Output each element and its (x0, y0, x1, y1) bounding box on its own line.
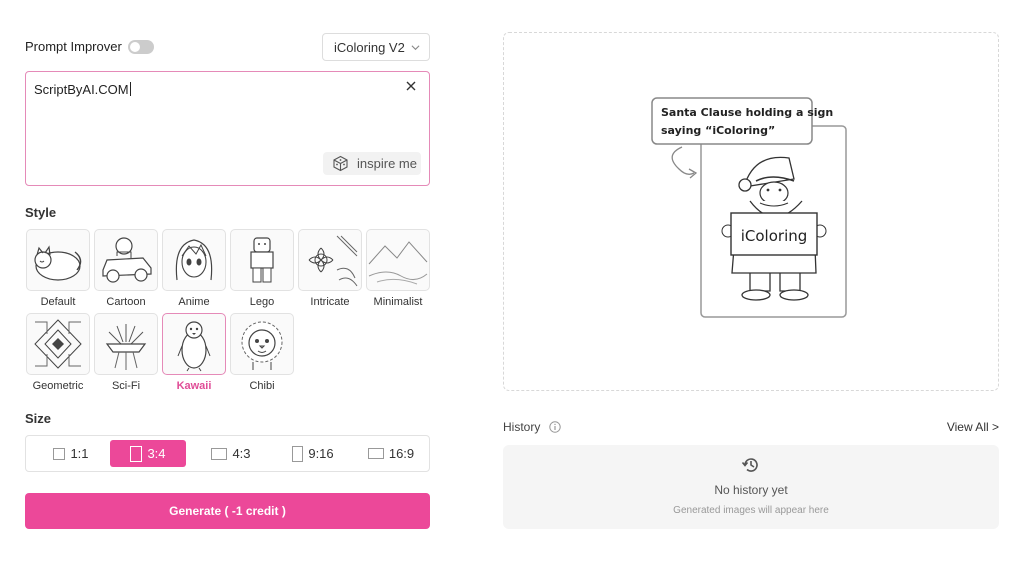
square-shape-icon (53, 447, 66, 460)
minimalist-landscape-icon (368, 241, 428, 285)
wide-shape-icon (367, 448, 384, 459)
chevron-down-icon (411, 45, 420, 51)
preview-area: Santa Clause holding a sign saying “iCol… (503, 32, 999, 391)
size-option-3-4[interactable]: 3:4 (110, 440, 186, 467)
size-option-1-1[interactable]: 1:1 (36, 440, 106, 467)
prompt-text: ScriptByAI.COM (34, 82, 129, 97)
style-option-anime[interactable]: Anime (162, 229, 226, 308)
prompt-text-wrap: ScriptByAI.COM (34, 82, 131, 97)
style-option-lego[interactable]: Lego (230, 229, 294, 308)
history-icon (741, 458, 758, 472)
size-selector: 1:1 3:4 4:3 9:16 16:9 (25, 435, 430, 472)
sleeping-cat-icon (34, 245, 82, 281)
model-select-value: iColoring V2 (334, 40, 405, 55)
lion-icon (241, 321, 283, 370)
style-option-cartoon[interactable]: Cartoon (94, 229, 158, 308)
close-icon[interactable] (405, 80, 417, 92)
cartoon-car-icon (102, 237, 152, 283)
penguin-icon (177, 321, 211, 372)
info-icon[interactable] (549, 421, 561, 433)
size-label: 16:9 (388, 446, 415, 461)
text-caret (129, 82, 131, 96)
size-option-16-9[interactable]: 16:9 (356, 440, 426, 467)
landscape-shape-icon (211, 447, 228, 460)
lego-figure-icon (250, 237, 274, 283)
style-label: Anime (178, 296, 210, 308)
size-option-4-3[interactable]: 4:3 (196, 440, 266, 467)
style-section-title: Style (25, 205, 57, 220)
prompt-input[interactable]: ScriptByAI.COM inspire me (25, 71, 430, 186)
generate-button[interactable]: Generate ( -1 credit ) (25, 493, 430, 529)
portrait-shape-icon (130, 445, 143, 462)
dice-icon (333, 155, 348, 172)
top-bar: Prompt Improver iColoring V2 (25, 33, 430, 61)
prompt-improver-label: Prompt Improver (25, 39, 122, 54)
anime-girl-icon (175, 239, 213, 281)
prompt-improver-toggle[interactable] (128, 40, 154, 54)
style-option-kawaii[interactable]: Kawaii (162, 313, 226, 392)
style-label: Default (40, 296, 76, 308)
style-label: Chibi (249, 380, 275, 392)
size-label: 9:16 (308, 446, 334, 461)
style-option-default[interactable]: Default (26, 229, 90, 308)
model-select[interactable]: iColoring V2 (322, 33, 430, 61)
no-history-subtitle: Generated images will appear here (673, 505, 829, 516)
style-option-chibi[interactable]: Chibi (230, 313, 294, 392)
santa-coloring-illustration: Santa Clause holding a sign saying “iCol… (651, 97, 847, 318)
style-label: Cartoon (106, 296, 146, 308)
style-label: Kawaii (176, 380, 212, 392)
style-option-sci-fi[interactable]: Sci-Fi (94, 313, 158, 392)
size-option-9-16[interactable]: 9:16 (276, 440, 350, 467)
callout-text-line-2: saying “iColoring” (661, 124, 775, 137)
geometric-pattern-icon (34, 319, 82, 369)
style-label: Minimalist (373, 296, 423, 308)
style-option-geometric[interactable]: Geometric (26, 313, 90, 392)
inspire-me-label: inspire me (357, 156, 417, 171)
size-section-title: Size (25, 411, 52, 426)
callout-text-line-1: Santa Clause holding a sign (661, 106, 833, 119)
no-history-title: No history yet (714, 483, 788, 497)
style-label: Intricate (310, 296, 350, 308)
size-label: 1:1 (70, 446, 89, 461)
scifi-ship-icon (105, 324, 147, 370)
style-label: Lego (249, 296, 275, 308)
sign-text: iColoring (741, 227, 808, 245)
history-title: History (503, 420, 541, 434)
style-label: Geometric (32, 380, 84, 392)
style-option-minimalist[interactable]: Minimalist (366, 229, 430, 308)
intricate-flower-icon (308, 235, 358, 287)
toggle-knob (130, 42, 140, 52)
size-label: 4:3 (232, 446, 251, 461)
style-option-intricate[interactable]: Intricate (298, 229, 362, 308)
history-empty-state: No history yet Generated images will app… (503, 445, 999, 529)
style-label: Sci-Fi (111, 380, 141, 392)
tall-shape-icon (292, 445, 304, 462)
view-all-link[interactable]: View All > (947, 420, 999, 434)
size-label: 3:4 (147, 446, 166, 461)
inspire-me-button[interactable]: inspire me (323, 152, 421, 175)
